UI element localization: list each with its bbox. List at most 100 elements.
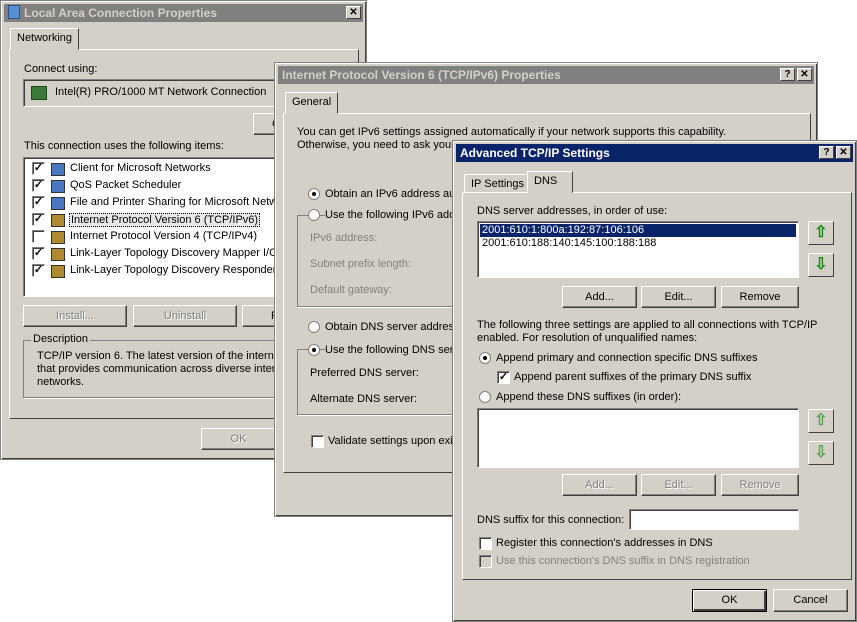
ipv6-close-button[interactable]: ✕	[797, 68, 812, 81]
append-these-radio[interactable]	[479, 391, 491, 403]
suffix-move-up-button[interactable]: ⇧	[808, 409, 834, 433]
component-checkbox[interactable]: ✓	[32, 179, 45, 192]
ipv6-titlebar[interactable]: Internet Protocol Version 6 (TCP/IPv6) P…	[278, 66, 814, 84]
adapter-name: Intel(R) PRO/1000 MT Network Connection	[55, 86, 267, 98]
component-label: Link-Layer Topology Discovery Mapper I/O	[70, 247, 278, 259]
tab-networking[interactable]: Networking	[10, 28, 80, 50]
register-label[interactable]: Register this connection's addresses in …	[496, 537, 713, 549]
component-checkbox[interactable]	[32, 230, 45, 243]
dns-server-row[interactable]: 2001:610:188:140:145:100:188:188	[480, 237, 796, 250]
dns-server-row[interactable]: 2001:610:1:800a:192:87:106:106	[480, 224, 796, 237]
lac-ok-button[interactable]: OK	[201, 428, 276, 450]
adv-ok-label: OK	[721, 594, 738, 606]
component-icon	[51, 180, 65, 193]
use-following-ipv6-label[interactable]: Use the following IPv6 addr	[325, 209, 459, 221]
suffix-remove-button[interactable]: Remove	[721, 474, 799, 496]
use-following-dns-radio[interactable]	[308, 344, 320, 356]
append-primary-radio[interactable]	[479, 352, 491, 364]
suffix-edit-label: Edit...	[664, 479, 693, 491]
adv-titlebar[interactable]: Advanced TCP/IP Settings ? ✕	[456, 144, 853, 162]
adv-help-button[interactable]: ?	[819, 146, 834, 159]
component-checkbox[interactable]: ✓	[32, 264, 45, 277]
suffix-move-down-button[interactable]: ⇩	[808, 441, 834, 465]
down-arrow-icon: ⇩	[814, 256, 828, 273]
use-suffix-reg-label[interactable]: Use this connection's DNS suffix in DNS …	[496, 555, 750, 567]
dns-add-label: Add...	[585, 291, 614, 303]
help-icon: ?	[784, 69, 791, 80]
ipv6-title: Internet Protocol Version 6 (TCP/IPv6) P…	[282, 68, 561, 82]
install-button-label: Install...	[56, 310, 94, 322]
dns-suffix-label: DNS suffix for this connection:	[477, 514, 625, 526]
uninstall-button[interactable]: Uninstall	[133, 305, 237, 327]
component-icon	[51, 248, 65, 261]
component-label: Client for Microsoft Networks	[70, 162, 211, 174]
use-suffix-reg-checkbox[interactable]	[479, 555, 492, 568]
suffix-remove-label: Remove	[739, 479, 781, 491]
lac-titlebar[interactable]: Local Area Connection Properties ✕	[4, 4, 363, 22]
dns-edit-label: Edit...	[664, 291, 693, 303]
suffix-list[interactable]	[477, 408, 799, 468]
description-line-2: that provides communication across diver…	[37, 363, 288, 375]
component-checkbox[interactable]: ✓	[32, 247, 45, 260]
up-arrow-icon: ⇧	[814, 412, 828, 429]
append-these-label[interactable]: Append these DNS suffixes (in order):	[496, 391, 681, 403]
component-icon	[51, 163, 65, 176]
suffix-add-button[interactable]: Add...	[562, 474, 637, 496]
uninstall-button-label: Uninstall	[163, 310, 207, 322]
append-parent-label[interactable]: Append parent suffixes of the primary DN…	[514, 371, 751, 383]
adapter-icon	[31, 86, 47, 100]
use-following-ipv6-radio[interactable]	[308, 209, 320, 221]
tab-networking-label: Networking	[17, 32, 73, 44]
alternate-dns-label: Alternate DNS server:	[310, 393, 417, 405]
ipv6-address-label: IPv6 address:	[310, 232, 378, 244]
append-parent-checkbox[interactable]: ✓	[497, 371, 510, 384]
dns-remove-label: Remove	[739, 291, 781, 303]
use-following-dns-label[interactable]: Use the following DNS serv	[325, 344, 459, 356]
tab-general[interactable]: General	[285, 92, 339, 114]
component-label: Link-Layer Topology Discovery Responder	[70, 264, 277, 276]
ipv6-intro-line-2: Otherwise, you need to ask your	[297, 139, 455, 151]
obtain-ipv6-auto-radio[interactable]	[308, 188, 320, 200]
tab-dns[interactable]: DNS	[527, 171, 573, 193]
dns-move-up-button[interactable]: ⇧	[808, 221, 834, 245]
adv-title: Advanced TCP/IP Settings	[460, 146, 610, 160]
dns-edit-button[interactable]: Edit...	[641, 286, 716, 308]
dns-move-down-button[interactable]: ⇩	[808, 253, 834, 277]
validate-label[interactable]: Validate settings upon exit	[328, 435, 456, 447]
component-icon	[51, 214, 65, 227]
register-checkbox[interactable]	[479, 537, 492, 550]
ipv6-help-button[interactable]: ?	[780, 68, 795, 81]
append-primary-label[interactable]: Append primary and connection specific D…	[496, 352, 758, 364]
obtain-dns-auto-radio[interactable]	[308, 321, 320, 333]
dns-add-button[interactable]: Add...	[562, 286, 637, 308]
up-arrow-icon: ⇧	[814, 224, 828, 241]
obtain-ipv6-auto-label[interactable]: Obtain an IPv6 address aut	[325, 188, 458, 200]
dns-remove-button[interactable]: Remove	[721, 286, 799, 308]
info-line-2: enabled. For resolution of unqualified n…	[477, 332, 698, 344]
lac-title: Local Area Connection Properties	[24, 6, 217, 20]
suffix-edit-button[interactable]: Edit...	[641, 474, 716, 496]
validate-checkbox[interactable]	[311, 435, 324, 448]
component-checkbox[interactable]: ✓	[32, 196, 45, 209]
adv-cancel-button[interactable]: Cancel	[773, 589, 848, 612]
component-checkbox[interactable]: ✓	[32, 162, 45, 175]
description-title: Description	[31, 333, 91, 345]
component-label: Internet Protocol Version 4 (TCP/IPv4)	[70, 230, 258, 242]
adv-window: Advanced TCP/IP Settings ? ✕ IP Settings…	[452, 140, 857, 622]
lac-ok-label: OK	[230, 433, 247, 445]
obtain-dns-auto-label[interactable]: Obtain DNS server address	[325, 321, 460, 333]
adv-close-button[interactable]: ✕	[836, 146, 851, 159]
dns-suffix-input[interactable]	[629, 509, 799, 530]
install-button[interactable]: Install...	[23, 305, 127, 327]
info-line-1: The following three settings are applied…	[477, 319, 818, 331]
component-icon	[51, 197, 65, 210]
tab-ip-settings[interactable]: IP Settings	[464, 174, 531, 193]
adv-ok-button[interactable]: OK	[692, 589, 767, 612]
component-checkbox[interactable]: ✓	[32, 213, 45, 226]
down-arrow-icon: ⇩	[814, 444, 828, 461]
tab-general-label: General	[292, 96, 332, 108]
lac-close-button[interactable]: ✕	[346, 6, 361, 19]
close-icon: ✕	[349, 7, 358, 18]
default-gateway-label: Default gateway:	[310, 284, 392, 296]
dns-server-list[interactable]: 2001:610:1:800a:192:87:106:106 2001:610:…	[477, 221, 799, 278]
